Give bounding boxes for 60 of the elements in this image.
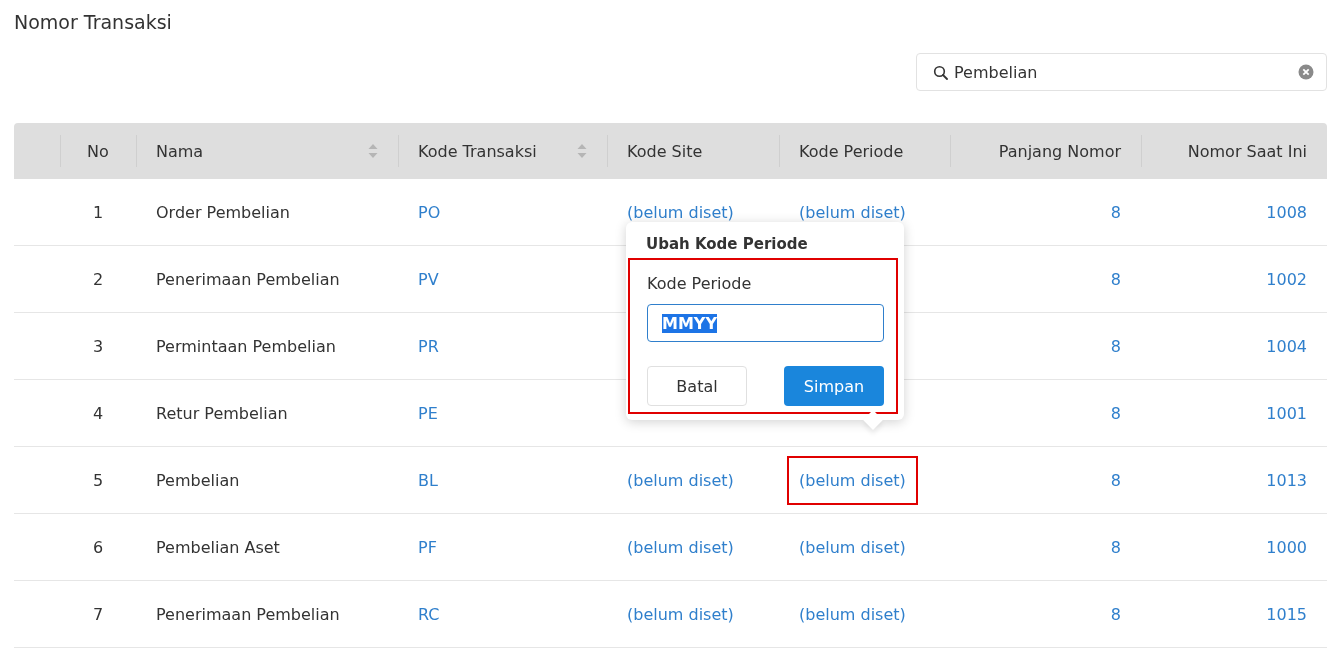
table-cell: 3 bbox=[92, 336, 104, 356]
table-cell: Order Pembelian bbox=[156, 202, 290, 222]
column-header[interactable]: No bbox=[87, 141, 109, 161]
popover-title: Ubah Kode Periode bbox=[645, 234, 809, 255]
cell-link[interactable]: PR bbox=[418, 336, 439, 356]
search-icon bbox=[933, 64, 948, 80]
column-header[interactable]: Nomor Saat Ini bbox=[1187, 141, 1307, 161]
table-cell: Penerimaan Pembelian bbox=[156, 604, 340, 624]
page-title: Nomor Transaksi bbox=[14, 10, 173, 35]
table-cell: Pembelian bbox=[156, 470, 240, 490]
table-cell: Permintaan Pembelian bbox=[156, 336, 336, 356]
column-header[interactable]: Kode Periode bbox=[799, 141, 930, 161]
cell-link[interactable]: (belum diset) bbox=[799, 202, 906, 222]
cell-link[interactable]: 8 bbox=[1110, 336, 1121, 356]
cell-link[interactable]: 1015 bbox=[1266, 604, 1307, 624]
cell-link[interactable]: 8 bbox=[1110, 403, 1121, 423]
cell-link[interactable]: 1013 bbox=[1266, 470, 1307, 490]
column-header[interactable]: Nama bbox=[156, 141, 368, 161]
cell-link[interactable]: PE bbox=[418, 403, 438, 423]
cell-link[interactable]: 1001 bbox=[1266, 403, 1307, 423]
table-cell: 4 bbox=[92, 403, 104, 423]
cell-link[interactable]: 1008 bbox=[1266, 202, 1307, 222]
table-cell: Penerimaan Pembelian bbox=[156, 269, 340, 289]
cell-link[interactable]: BL bbox=[418, 470, 438, 490]
cell-link[interactable]: PV bbox=[418, 269, 439, 289]
cell-link[interactable]: 8 bbox=[1110, 202, 1121, 222]
cell-link[interactable]: 1002 bbox=[1266, 269, 1307, 289]
table-cell: Retur Pembelian bbox=[156, 403, 288, 423]
save-button[interactable]: Simpan bbox=[784, 366, 884, 406]
cell-link[interactable]: (belum diset) bbox=[627, 604, 734, 624]
cell-link[interactable]: PO bbox=[418, 202, 441, 222]
input-field[interactable]: MMYY bbox=[647, 304, 884, 342]
cancel-button[interactable]: Batal bbox=[647, 366, 747, 406]
cell-link[interactable]: 1004 bbox=[1266, 336, 1307, 356]
cell-link[interactable]: (belum diset) bbox=[799, 537, 906, 557]
cell-link[interactable]: 8 bbox=[1110, 537, 1121, 557]
column-header[interactable]: Kode Site bbox=[627, 141, 759, 161]
cell-link[interactable]: (belum diset) bbox=[627, 537, 734, 557]
cell-link[interactable]: RC bbox=[418, 604, 440, 624]
cell-link[interactable]: (belum diset) bbox=[799, 604, 906, 624]
table-cell: 1 bbox=[92, 202, 104, 222]
search-field[interactable]: Pembelian bbox=[916, 53, 1327, 91]
table-cell: 2 bbox=[92, 269, 104, 289]
table-cell: 7 bbox=[92, 604, 104, 624]
cell-link[interactable]: 8 bbox=[1110, 604, 1121, 624]
clear-icon[interactable] bbox=[1298, 64, 1314, 80]
cell-link[interactable]: (belum diset) bbox=[627, 470, 734, 490]
column-header[interactable]: Panjang Nomor bbox=[998, 141, 1121, 161]
cell-link[interactable]: (belum diset) bbox=[789, 457, 916, 503]
cell-link[interactable]: 1000 bbox=[1266, 537, 1307, 557]
table-cell: 5 bbox=[92, 470, 104, 490]
cell-link[interactable]: 8 bbox=[1110, 269, 1121, 289]
cell-link[interactable]: (belum diset) bbox=[627, 202, 734, 222]
table-cell: 6 bbox=[92, 537, 104, 557]
cell-link[interactable]: 8 bbox=[1110, 470, 1121, 490]
search-value: Pembelian bbox=[954, 62, 1039, 82]
field-label: Kode Periode bbox=[647, 274, 753, 293]
column-header[interactable]: Kode Transaksi bbox=[418, 141, 577, 161]
cell-link[interactable]: PF bbox=[418, 537, 437, 557]
table-cell: Pembelian Aset bbox=[156, 537, 280, 557]
